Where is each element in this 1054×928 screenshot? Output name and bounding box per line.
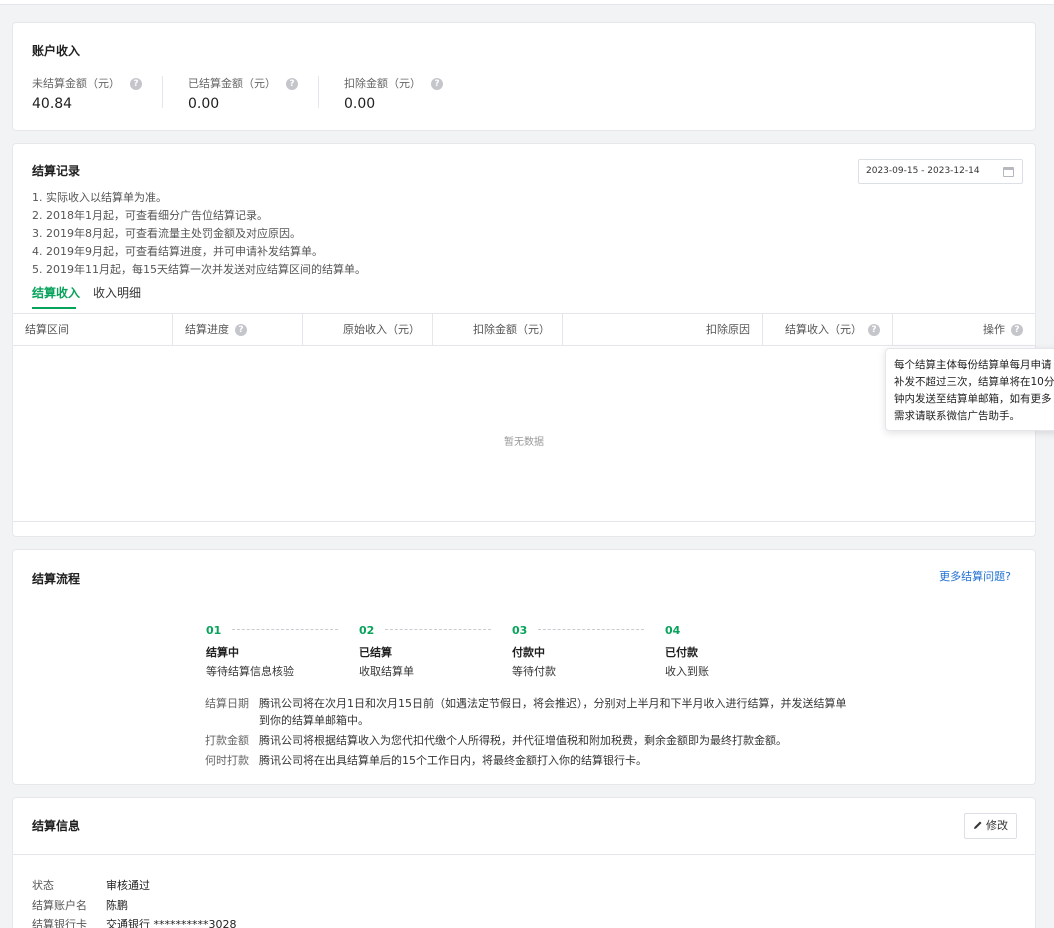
account-income-card: 账户收入 未结算金额（元）? 40.84 已结算金额（元）? 0.00 扣除金额… xyxy=(12,22,1036,131)
flow-row-text: 腾讯公司将根据结算收入为您代扣代缴个人所得税，并代征增值税和附加税费，剩余金额即… xyxy=(259,734,787,747)
flow-row-label: 结算日期 xyxy=(205,697,249,710)
account-income-title: 账户收入 xyxy=(32,44,81,58)
step-connector xyxy=(538,629,644,630)
help-icon[interactable]: ? xyxy=(130,78,142,90)
info-value: 审核通过 xyxy=(106,879,150,892)
more-settlement-questions-link[interactable]: 更多结算问题? xyxy=(939,568,1011,584)
flow-step: 01 结算中 等待结算信息核验 xyxy=(206,624,356,678)
date-range-value: 2023-09-15 - 2023-12-14 xyxy=(866,166,980,176)
edit-button[interactable]: 修改 xyxy=(964,813,1017,839)
unsettled-amount-value: 40.84 xyxy=(32,96,73,112)
empty-state: 暂无数据 xyxy=(504,437,544,448)
tab-settlement-income[interactable]: 结算收入 xyxy=(32,284,80,309)
flow-row-settlement-date: 结算日期 腾讯公司将在次月1日和次月15日前（如遇法定节假日，将会推迟），分别对… xyxy=(205,695,855,729)
step-connector xyxy=(385,629,491,630)
help-icon[interactable]: ? xyxy=(286,78,298,90)
flow-row-label: 打款金额 xyxy=(205,734,249,747)
column-header: 结算进度? xyxy=(173,314,303,345)
unsettled-amount-stat: 未结算金额（元）? 40.84 xyxy=(32,75,182,112)
flow-row-payment-amount: 打款金额 腾讯公司将根据结算收入为您代扣代缴个人所得税，并代征增值税和附加税费，… xyxy=(205,732,855,749)
flow-step: 04 已付款 收入到账 xyxy=(665,624,815,678)
note-item: 3. 2019年8月起，可查看流量主处罚金额及对应原因。 xyxy=(32,227,301,240)
deducted-amount-value: 0.00 xyxy=(344,96,376,112)
settlement-records-card: 结算记录 2023-09-15 - 2023-12-14 1. 实际收入以结算单… xyxy=(12,143,1036,537)
flow-step: 02 已结算 收取结算单 xyxy=(359,624,509,678)
flow-row-label: 何时打款 xyxy=(205,754,249,767)
column-header: 原始收入（元） xyxy=(303,314,433,345)
settlement-records-title: 结算记录 xyxy=(32,164,81,178)
settled-amount-value: 0.00 xyxy=(188,96,220,112)
step-connector xyxy=(232,629,338,630)
step-description: 等待付款 xyxy=(512,665,556,678)
settlement-flow-title: 结算流程 xyxy=(32,572,81,586)
column-header: 扣除金额（元） xyxy=(433,314,563,345)
help-icon[interactable]: ? xyxy=(1011,324,1023,336)
info-label: 结算银行卡 xyxy=(32,918,87,928)
info-divider xyxy=(13,854,1035,855)
unsettled-amount-label: 未结算金额（元） xyxy=(32,77,120,90)
info-row-bank-card: 结算银行卡 交通银行 **********3028 xyxy=(32,916,237,928)
date-range-picker[interactable]: 2023-09-15 - 2023-12-14 xyxy=(858,159,1023,184)
info-label: 结算账户名 xyxy=(32,899,87,912)
note-item: 1. 实际收入以结算单为准。 xyxy=(32,191,167,204)
settlement-flow-card: 结算流程 更多结算问题? 01 结算中 等待结算信息核验 02 已结算 收取结算… xyxy=(12,549,1036,785)
step-title: 结算中 xyxy=(206,646,239,659)
step-description: 收入到账 xyxy=(665,665,709,678)
step-number: 01 xyxy=(206,624,222,637)
settlement-table: 结算区间 结算进度? 原始收入（元） 扣除金额（元） 扣除原因 结算收入（元）?… xyxy=(13,313,1035,522)
calendar-icon xyxy=(1003,167,1014,177)
step-description: 等待结算信息核验 xyxy=(206,665,294,678)
flow-row-text: 腾讯公司将在次月1日和次月15日前（如遇法定节假日，将会推迟），分别对上半月和下… xyxy=(259,697,847,727)
column-header: 操作? xyxy=(893,314,1035,345)
settlement-info-card: 结算信息 修改 状态 审核通过 结算账户名 陈鹏 结算银行卡 交通银行 *******… xyxy=(12,797,1036,928)
info-value: 陈鹏 xyxy=(106,899,128,912)
flow-details: 结算日期 腾讯公司将在次月1日和次月15日前（如遇法定节假日，将会推迟），分别对… xyxy=(205,695,855,772)
note-item: 4. 2019年9月起，可查看结算进度，并可申请补发结算单。 xyxy=(32,245,323,258)
pencil-icon xyxy=(974,821,982,829)
flow-row-payment-time: 何时打款 腾讯公司将在出具结算单后的15个工作日内，将最终金额打入你的结算银行卡… xyxy=(205,752,855,769)
help-icon[interactable]: ? xyxy=(235,324,247,336)
stat-divider xyxy=(162,76,163,108)
settled-amount-label: 已结算金额（元） xyxy=(188,77,276,90)
settled-amount-stat: 已结算金额（元）? 0.00 xyxy=(188,75,338,112)
table-header: 结算区间 结算进度? 原始收入（元） 扣除金额（元） 扣除原因 结算收入（元）?… xyxy=(13,313,1035,346)
flow-step: 03 付款中 等待付款 xyxy=(512,624,662,678)
settlement-info-title: 结算信息 xyxy=(32,819,81,833)
flow-row-text: 腾讯公司将在出具结算单后的15个工作日内，将最终金额打入你的结算银行卡。 xyxy=(259,754,647,767)
step-title: 付款中 xyxy=(512,646,545,659)
help-icon[interactable]: ? xyxy=(431,78,443,90)
edit-button-label: 修改 xyxy=(986,819,1008,832)
step-number: 04 xyxy=(665,624,681,637)
tab-income-details[interactable]: 收入明细 xyxy=(93,284,141,301)
table-divider xyxy=(13,521,1035,522)
step-title: 已结算 xyxy=(359,646,392,659)
step-title: 已付款 xyxy=(665,646,698,659)
info-label: 状态 xyxy=(32,879,54,892)
deducted-amount-stat: 扣除金额（元）? 0.00 xyxy=(344,75,494,112)
column-header: 结算收入（元）? xyxy=(763,314,893,345)
step-number: 03 xyxy=(512,624,528,637)
note-item: 2. 2018年1月起，可查看细分广告位结算记录。 xyxy=(32,209,268,222)
settlement-notes: 1. 实际收入以结算单为准。 2. 2018年1月起，可查看细分广告位结算记录。… xyxy=(32,189,366,279)
info-value: 交通银行 **********3028 xyxy=(106,918,237,928)
stat-divider xyxy=(318,76,319,108)
column-header: 扣除原因 xyxy=(563,314,763,345)
info-row-account-name: 结算账户名 陈鹏 xyxy=(32,897,128,913)
top-bar xyxy=(0,0,1054,5)
operation-help-tooltip: 每个结算主体每份结算单每月申请补发不超过三次，结算单将在10分钟内发送至结算单邮… xyxy=(885,348,1054,431)
note-item: 5. 2019年11月起，每15天结算一次并发送对应结算区间的结算单。 xyxy=(32,263,366,276)
deducted-amount-label: 扣除金额（元） xyxy=(344,77,421,90)
info-row-status: 状态 审核通过 xyxy=(32,877,150,893)
step-number: 02 xyxy=(359,624,375,637)
column-header: 结算区间 xyxy=(13,314,173,345)
help-icon[interactable]: ? xyxy=(868,324,880,336)
step-description: 收取结算单 xyxy=(359,665,414,678)
